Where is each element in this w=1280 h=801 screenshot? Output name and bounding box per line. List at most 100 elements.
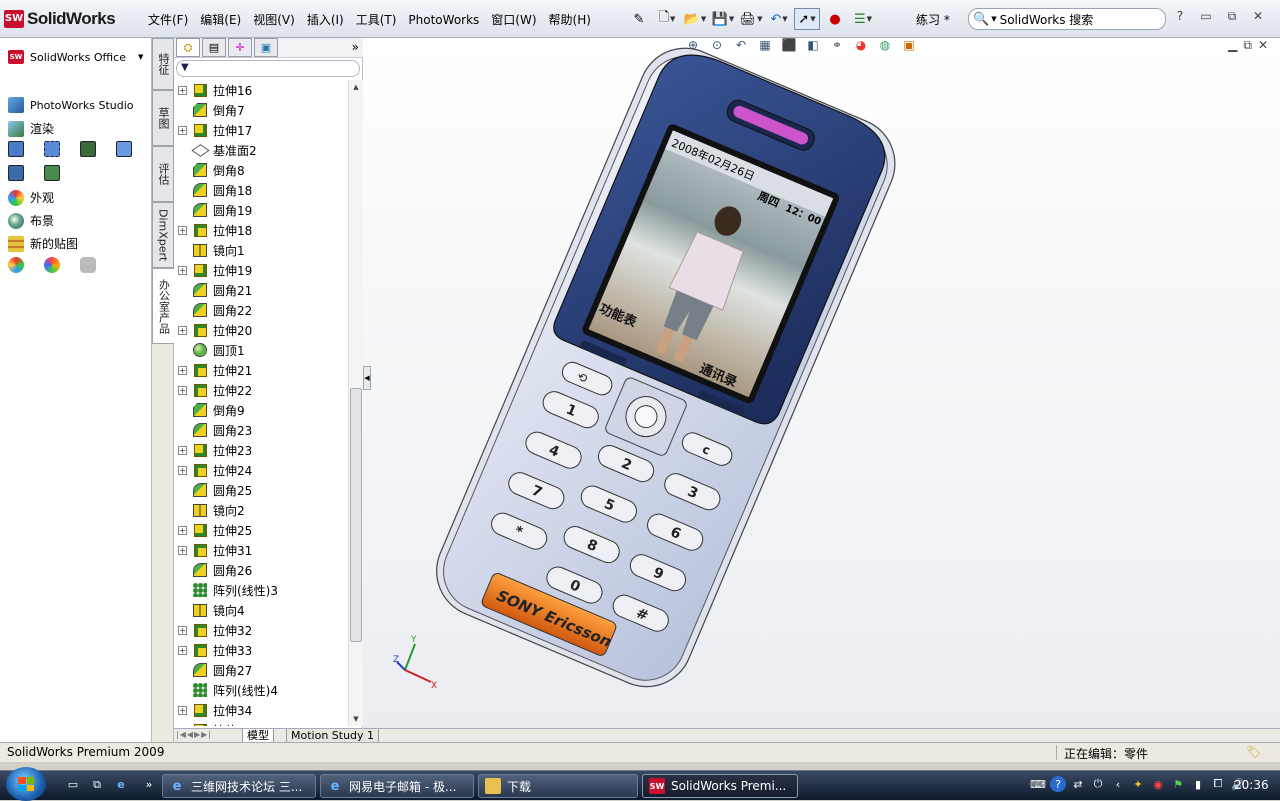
menu-insert[interactable]: 插入(I) <box>301 11 350 29</box>
tree-item[interactable]: + 拉伸23 <box>174 440 348 460</box>
tree-item[interactable]: 圆角21 <box>174 280 348 300</box>
taskbar-window-4[interactable]: SW SolidWorks Premi... <box>642 774 798 798</box>
search-input[interactable]: SolidWorks 搜索 <box>1000 11 1094 28</box>
taskbar-window-2[interactable]: e 网易电子邮箱 - 极... <box>320 774 474 798</box>
render-preview-icon[interactable] <box>80 141 96 157</box>
tab-evaluate[interactable]: 评估 <box>152 146 174 202</box>
select-button[interactable]: ➚ ▼ <box>794 8 820 30</box>
propertymanager-tab-icon[interactable]: ▤ <box>202 38 226 57</box>
expand-icon[interactable]: + <box>178 225 187 235</box>
expand-icon[interactable]: + <box>178 525 187 535</box>
expand-tray-icon[interactable]: ‹ <box>1110 776 1126 792</box>
update-icon[interactable]: ⚑ <box>1170 776 1186 792</box>
tab-dimxpert[interactable]: DimXpert <box>152 202 174 268</box>
render-window-icon[interactable] <box>8 141 24 157</box>
tree-item[interactable]: 镜向2 <box>174 500 348 520</box>
help-button[interactable]: ? <box>1170 9 1190 24</box>
tab-office-products[interactable]: 办公室产品 <box>152 268 174 344</box>
expand-icon[interactable]: + <box>178 265 187 275</box>
color-icon[interactable] <box>44 257 60 273</box>
material-icon[interactable] <box>8 257 24 273</box>
scene-item[interactable]: 布景 <box>8 212 54 229</box>
menu-photoworks[interactable]: PhotoWorks <box>402 11 485 29</box>
rebuild-button[interactable]: ● <box>822 8 848 30</box>
render-file-icon[interactable] <box>8 165 24 181</box>
qq-icon[interactable]: ✦ <box>1130 776 1146 792</box>
battery-icon[interactable]: ▮ <box>1190 776 1206 792</box>
tree-item[interactable]: + 拉伸21 <box>174 360 348 380</box>
tree-item[interactable]: + 拉伸31 <box>174 540 348 560</box>
options-button[interactable]: ☰ ▼ <box>850 8 876 30</box>
tree-item[interactable]: 圆顶1 <box>174 340 348 360</box>
render-item[interactable]: 渲染 <box>8 120 54 137</box>
new-decal-item[interactable]: 新的贴图 <box>8 235 78 252</box>
feature-tree-scrollbar[interactable]: ▲ ▼ <box>348 80 363 726</box>
tree-item[interactable]: 圆角19 <box>174 200 348 220</box>
expand-icon[interactable]: + <box>178 465 187 475</box>
expand-icon[interactable]: + <box>178 705 187 715</box>
restore-button[interactable]: ⧉ <box>1222 9 1242 24</box>
undo-button[interactable]: ↶ ▼ <box>766 8 792 30</box>
tab-model[interactable]: 模型 <box>242 729 274 743</box>
tree-item[interactable]: 倒角9 <box>174 400 348 420</box>
featuremanager-tab-icon[interactable]: ⛭ <box>176 38 200 57</box>
tree-item[interactable]: + 拉伸18 <box>174 220 348 240</box>
tree-item[interactable]: 倒角7 <box>174 100 348 120</box>
phone-model-svg[interactable]: 2008年02月26日 周四 12：00 功能表 通讯录 ⟲ c 1 2 3 4… <box>363 38 1280 728</box>
scroll-thumb[interactable] <box>350 388 362 642</box>
graphics-area[interactable]: ⊕ ⊙ ↶ ▦ ⬛ ◧ ⚭ ◕ ◍ ▣ ▁ ⧉ ✕ ◀ 2008年02月26日 … <box>363 38 1280 728</box>
tree-item[interactable]: + 拉伸33 <box>174 640 348 660</box>
tab-features[interactable]: 特征 <box>152 38 174 90</box>
quicklaunch-more-button[interactable]: » <box>140 778 158 794</box>
tag-icon[interactable]: 🏷 <box>1246 745 1261 759</box>
feature-filter-input[interactable]: ▼ <box>176 60 360 77</box>
open-button[interactable]: 📂 ▼ <box>682 8 708 30</box>
tree-item[interactable]: + 拉伸16 <box>174 80 348 100</box>
taskbar-window-3[interactable]: 下载 <box>478 774 638 798</box>
minimize-button[interactable]: ▭ <box>1196 9 1216 24</box>
tree-item[interactable]: + 拉伸19 <box>174 260 348 280</box>
expand-icon[interactable]: + <box>178 325 187 335</box>
expand-icon[interactable]: + <box>178 445 187 455</box>
expand-icon[interactable]: + <box>178 625 187 635</box>
security-icon[interactable]: ◉ <box>1150 776 1166 792</box>
keyboard-icon[interactable]: ⌨ <box>1030 776 1046 792</box>
menu-tools[interactable]: 工具(T) <box>350 11 403 29</box>
language-icon[interactable]: ⇄ <box>1070 776 1086 792</box>
expand-icon[interactable]: + <box>178 725 187 726</box>
appearance-item[interactable]: 外观 <box>8 189 54 206</box>
show-desktop-icon[interactable]: ▭ <box>64 778 82 794</box>
help-tray-icon[interactable]: ? <box>1050 776 1066 792</box>
pin-icon[interactable]: ✎ <box>626 8 652 30</box>
solidworks-logo[interactable]: SW SolidWorks <box>4 8 116 30</box>
tree-item[interactable]: + 拉伸22 <box>174 380 348 400</box>
network-icon[interactable]: ⧠ <box>1210 776 1226 792</box>
tree-item[interactable]: + 拉伸35 <box>174 720 348 726</box>
search-box[interactable]: 🔍 ▼ SolidWorks 搜索 <box>968 8 1166 30</box>
tree-item[interactable]: 镜向1 <box>174 240 348 260</box>
new-document-button[interactable]: 🗋 ▼ <box>654 8 680 30</box>
menu-window[interactable]: 窗口(W) <box>485 11 542 29</box>
tab-motion-study[interactable]: Motion Study 1 <box>286 729 380 743</box>
configurationmanager-tab-icon[interactable]: ✛ <box>228 38 252 57</box>
tree-item[interactable]: + 拉伸32 <box>174 620 348 640</box>
scroll-up-icon[interactable]: ▲ <box>349 80 363 94</box>
expand-icon[interactable]: + <box>178 385 187 395</box>
ie-quicklaunch-icon[interactable]: e <box>112 778 130 794</box>
tab-sketch[interactable]: 草图 <box>152 90 174 146</box>
scroll-down-icon[interactable]: ▼ <box>349 712 363 726</box>
expand-panel-icon[interactable]: » <box>352 38 359 57</box>
photoworks-studio-item[interactable]: PhotoWorks Studio <box>8 97 134 113</box>
tree-item[interactable]: 圆角25 <box>174 480 348 500</box>
tree-item[interactable]: 基准面2 <box>174 140 348 160</box>
render-zoom-icon[interactable] <box>116 141 132 157</box>
lighting-icon[interactable] <box>80 257 96 273</box>
tree-item[interactable]: 阵列(线性)4 <box>174 680 348 700</box>
taskbar-window-1[interactable]: e 三维网技术论坛 三... <box>162 774 316 798</box>
tree-item[interactable]: 圆角27 <box>174 660 348 680</box>
tree-item[interactable]: + 拉伸34 <box>174 700 348 720</box>
tree-item[interactable]: 圆角22 <box>174 300 348 320</box>
tab-scroll-arrows-icon[interactable]: |◀◀▶▶| <box>176 730 212 739</box>
expand-icon[interactable]: + <box>178 545 187 555</box>
power-icon[interactable]: ⏻ <box>1090 776 1106 792</box>
